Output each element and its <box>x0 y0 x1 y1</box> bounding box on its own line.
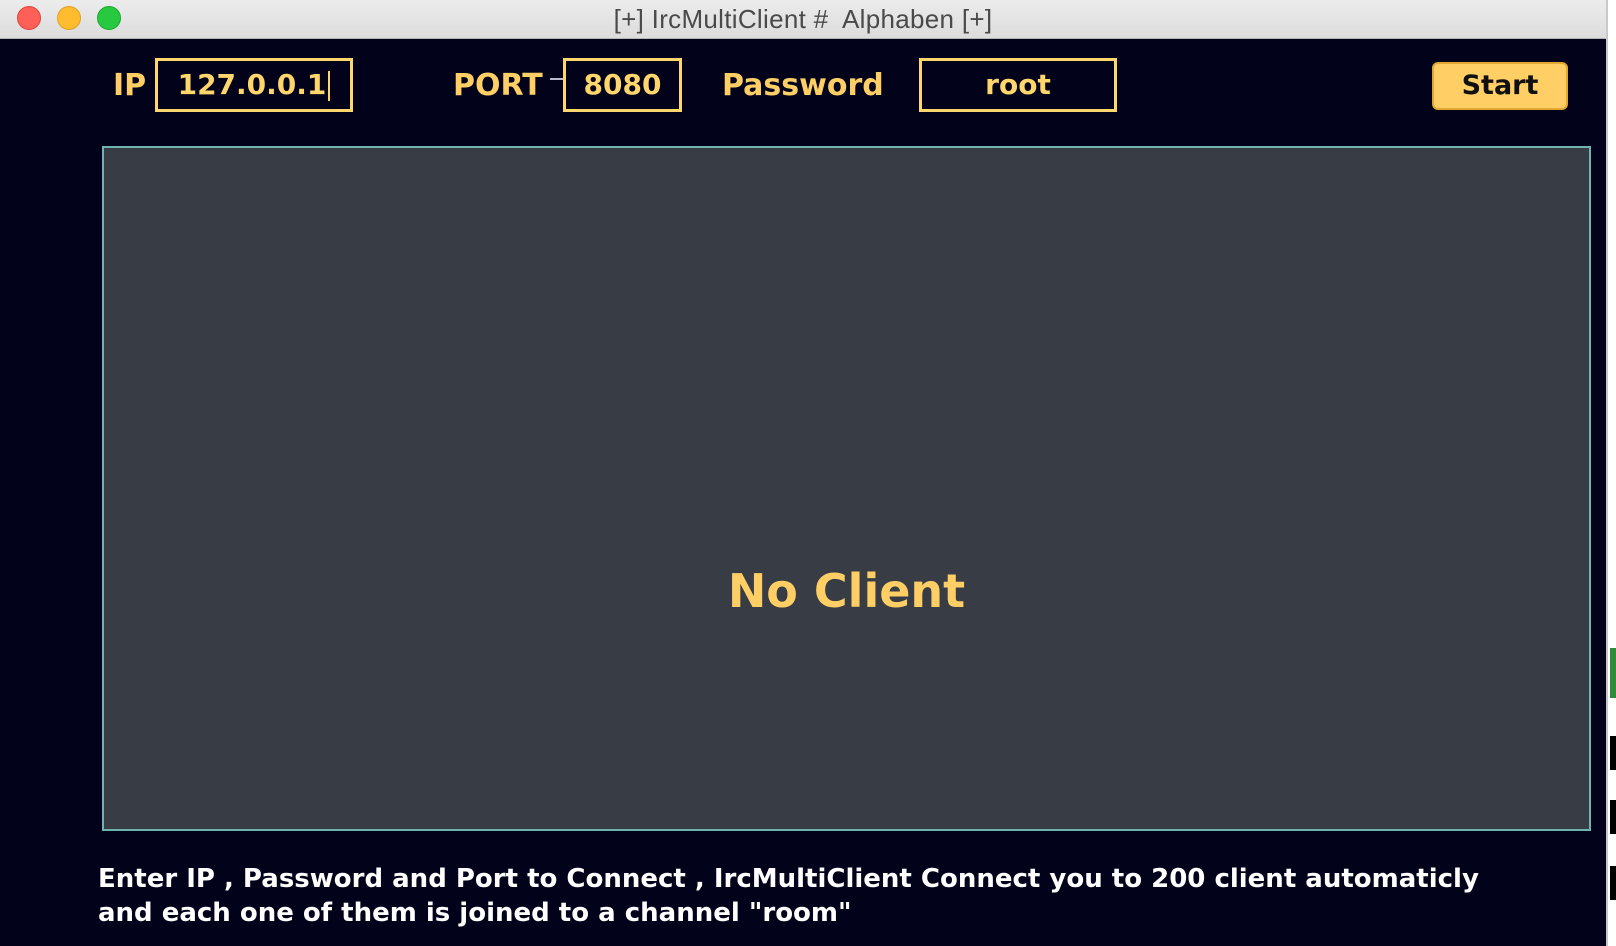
ip-label: IP <box>113 68 147 103</box>
start-button[interactable]: Start <box>1432 62 1568 110</box>
help-text-line-1: Enter IP , Password and Port to Connect … <box>98 864 1479 894</box>
help-text: Enter IP , Password and Port to Connect … <box>98 862 1479 930</box>
password-label: Password <box>722 68 884 103</box>
port-input[interactable]: 8080 <box>563 58 682 112</box>
ip-input-value: 127.0.0.1 <box>177 68 327 101</box>
window-title: [+] IrcMultiClient # Alphaben [+] <box>613 4 993 34</box>
help-text-line-2: and each one of them is joined to a chan… <box>98 898 852 928</box>
no-client-message: No Client <box>727 564 966 618</box>
password-input[interactable]: root <box>919 58 1117 112</box>
app-window: [+] IrcMultiClient # Alphaben [+] IP 127… <box>0 0 1608 946</box>
ip-input[interactable]: 127.0.0.1 <box>155 58 353 112</box>
text-caret <box>328 71 331 101</box>
port-label: PORT <box>453 68 543 103</box>
background-window-edge <box>1610 648 1616 698</box>
background-window-edge <box>1610 736 1616 770</box>
title-bar[interactable]: [+] IrcMultiClient # Alphaben [+] <box>0 0 1606 39</box>
clients-panel <box>102 146 1591 831</box>
background-window-edge <box>1610 800 1616 834</box>
port-label-dash <box>550 78 563 80</box>
background-window-edge <box>1610 866 1616 900</box>
